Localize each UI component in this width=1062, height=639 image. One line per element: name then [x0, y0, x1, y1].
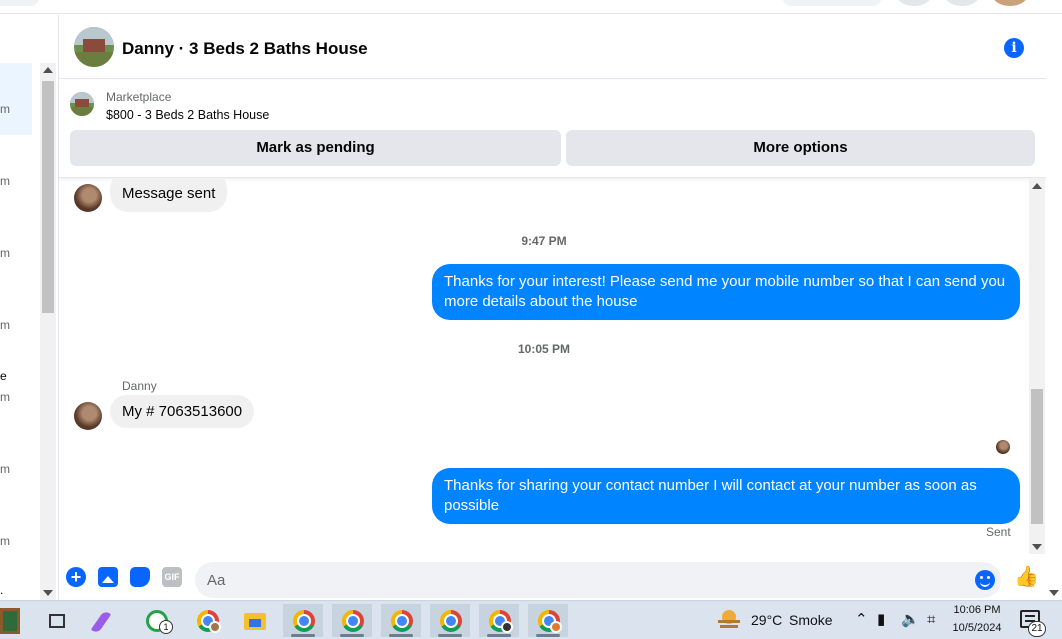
chrome-window-icon[interactable] [479, 604, 519, 637]
outgoing-message[interactable]: Thanks for your interest! Please send me… [432, 264, 1020, 320]
chat-panel: Danny · 3 Beds 2 Baths House i Marketpla… [58, 15, 1047, 600]
conversation-list: m m m m e m m m . [0, 15, 40, 600]
conversation-time-fragment: m [0, 390, 10, 404]
message-input[interactable] [195, 562, 1001, 598]
chevron-up-icon[interactable]: ⌃ [855, 611, 868, 629]
volume-icon[interactable]: 🔈 [901, 611, 920, 629]
message-timestamp: 9:47 PM [521, 234, 567, 248]
header-profile-avatar[interactable] [992, 0, 1028, 6]
conversation-list-scrollbar[interactable] [40, 63, 56, 600]
header-menu-icon[interactable] [896, 0, 932, 6]
clock-date[interactable]: 10/5/2024 [948, 622, 1006, 634]
conversation-text-fragment: e [0, 369, 7, 383]
listing-thumbnail[interactable] [70, 92, 94, 116]
chrome-window-icon[interactable] [332, 604, 372, 637]
conversation-time-fragment: m [0, 174, 10, 188]
weather-temperature[interactable]: 29°C [751, 612, 782, 628]
conversation-time-fragment: m [0, 534, 10, 548]
marketplace-listing-bar: Marketplace $800 - 3 Beds 2 Baths House … [59, 80, 1047, 178]
contact-avatar[interactable] [74, 184, 102, 212]
chrome-window-icon[interactable] [528, 604, 568, 637]
message-thread-scrollbar[interactable] [1029, 179, 1045, 554]
message-thread: Message sent 9:47 PM Thanks for your int… [59, 179, 1029, 554]
mark-as-pending-button[interactable]: Mark as pending [70, 130, 561, 166]
scroll-down-arrow-icon[interactable] [1032, 544, 1042, 550]
weather-icon[interactable] [718, 610, 740, 630]
contact-avatar[interactable] [74, 402, 102, 430]
chrome-window-icon[interactable] [381, 604, 421, 637]
marketplace-label: Marketplace [106, 90, 172, 104]
header-search-fragment[interactable] [0, 0, 40, 6]
clock-time[interactable]: 10:06 PM [948, 604, 1006, 616]
plus-icon[interactable]: + [66, 567, 86, 587]
incoming-message[interactable]: My # 7063513600 [110, 395, 255, 428]
battery-icon[interactable]: ▮ [877, 611, 885, 629]
wifi-icon[interactable]: ⌗ [927, 611, 935, 629]
conversation-time-fragment: m [0, 102, 10, 116]
notification-count-badge: 21 [1028, 621, 1046, 637]
listing-avatar[interactable] [74, 27, 114, 67]
chat-header: Danny · 3 Beds 2 Baths House i [59, 15, 1047, 79]
scroll-down-arrow-icon[interactable] [1049, 590, 1059, 596]
header-notification-icon[interactable] [944, 0, 980, 6]
outgoing-message[interactable]: Thanks for sharing your contact number I… [432, 468, 1020, 524]
conversation-time-fragment: m [0, 246, 10, 260]
photo-icon[interactable] [98, 567, 118, 587]
scroll-down-arrow-icon[interactable] [43, 590, 53, 596]
page-scrollbar[interactable] [1046, 15, 1062, 600]
message-timestamp: 10:05 PM [517, 342, 571, 356]
conversation-text-fragment: . [0, 583, 4, 597]
message-composer: + GIF 👍 [59, 554, 1047, 600]
conversation-time-fragment: m [0, 462, 10, 476]
conversation-time-fragment: m [0, 318, 10, 332]
whatsapp-badge: 1 [159, 620, 173, 634]
top-header-strip [0, 0, 1062, 14]
more-options-button[interactable]: More options [566, 130, 1035, 166]
chalkboard-app-icon[interactable] [0, 604, 32, 637]
sender-name: Danny [122, 379, 157, 393]
scrollbar-thumb[interactable] [1031, 389, 1043, 524]
chrome-profile-icon[interactable] [187, 604, 227, 637]
gif-icon[interactable]: GIF [162, 567, 182, 587]
chat-title[interactable]: Danny · 3 Beds 2 Baths House [122, 39, 368, 59]
listing-title[interactable]: $800 - 3 Beds 2 Baths House [106, 108, 269, 122]
seen-indicator-avatar [996, 440, 1010, 454]
file-explorer-icon[interactable] [235, 604, 275, 637]
header-pill-fragment[interactable] [782, 0, 882, 6]
scroll-up-arrow-icon[interactable] [1032, 183, 1042, 189]
message-status: Sent [986, 525, 1011, 539]
feather-app-icon[interactable] [87, 604, 127, 637]
whatsapp-icon[interactable]: 1 [137, 604, 177, 637]
scrollbar-thumb[interactable] [42, 81, 54, 313]
windows-taskbar: 1 29°C Smoke ⌃ ▮ 🔈 ⌗ 10:06 PM 10/5/2024 … [0, 600, 1062, 639]
thumbs-up-icon[interactable]: 👍 [1014, 566, 1039, 588]
chrome-window-icon[interactable] [430, 604, 470, 637]
sticker-icon[interactable] [130, 567, 150, 587]
emoji-icon[interactable] [975, 570, 995, 590]
task-view-icon[interactable] [37, 604, 77, 637]
chrome-window-icon[interactable] [283, 604, 323, 637]
info-icon[interactable]: i [1004, 38, 1024, 58]
conversation-item-active[interactable] [0, 63, 32, 135]
scroll-up-arrow-icon[interactable] [43, 67, 53, 73]
incoming-message[interactable]: Message sent [110, 179, 228, 212]
weather-description[interactable]: Smoke [789, 612, 833, 628]
